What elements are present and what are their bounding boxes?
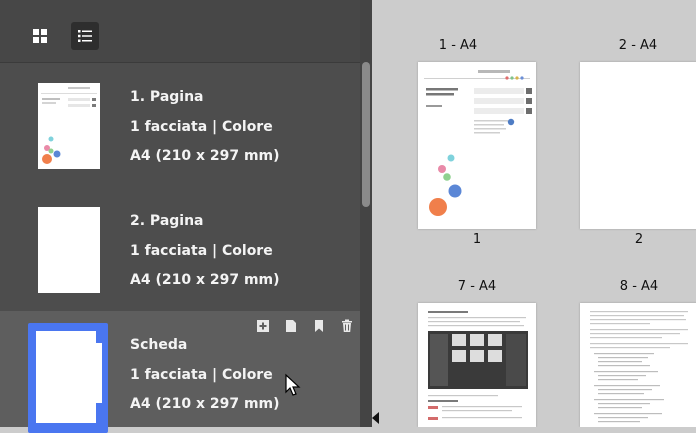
page-size: A4 (210 x 297 mm) [130,148,280,164]
page-thumbnail [38,207,100,293]
page-list-sidebar: 1. Pagina 1 facciata | Colore A4 (210 x … [0,0,372,433]
grid-view-button[interactable] [26,22,54,50]
page-list-item[interactable]: 2. Pagina 1 facciata | Colore A4 (210 x … [0,187,360,312]
page-label: 2 - A4 [618,38,658,53]
tab-sheet [36,331,96,423]
item-actions [256,319,354,333]
page-label: 8 - A4 [619,279,659,294]
grid-view-icon [33,29,47,43]
page-size: A4 (210 x 297 mm) [130,272,280,288]
mouse-cursor [285,373,301,396]
add-page-icon[interactable] [256,319,270,333]
tab-size: A4 (210 x 297 mm) [130,396,280,412]
tab-thumbnail [28,323,108,433]
page-canvas: 1 - A4 1 2 - A4 2 7 - A4 8 - A4 [382,0,696,427]
bookmark-icon[interactable] [312,319,326,333]
page-sides-color: 1 facciata | Colore [130,119,273,135]
page-content-graphic [424,70,532,216]
page-content-graphic [428,311,528,420]
page-sides-color: 1 facciata | Colore [130,243,273,259]
tab-sides-color: 1 facciata | Colore [130,367,273,383]
page-title: 1. Pagina [130,89,204,105]
list-view-button[interactable] [71,22,99,50]
app-window: 1. Pagina 1 facciata | Colore A4 (210 x … [0,0,696,433]
sidebar-scrollbar[interactable] [360,0,372,427]
page-number: 2 [634,232,644,247]
list-view-icon [78,30,92,42]
page-content-graphic [590,311,688,423]
collapse-panel-arrow[interactable] [372,412,379,424]
page-number: 1 [472,232,482,247]
page-preview[interactable] [580,303,696,427]
page-title: 2. Pagina [130,213,204,229]
page-label: 1 - A4 [438,38,478,53]
view-toolbar [0,0,360,63]
page-label: 7 - A4 [457,279,497,294]
page-list-item[interactable]: 1. Pagina 1 facciata | Colore A4 (210 x … [0,63,360,188]
tab-extension [96,343,102,403]
page-preview-graphic [38,83,100,169]
page-preview[interactable] [418,303,536,427]
tab-title: Scheda [130,337,188,353]
page-thumbnail [38,83,100,169]
page-icon[interactable] [284,319,298,333]
trash-icon[interactable] [340,319,354,333]
page-preview[interactable] [418,62,536,229]
page-preview[interactable] [580,62,696,229]
scrollbar-thumb[interactable] [362,62,370,207]
tab-list-item[interactable]: Scheda 1 facciata | Colore A4 (210 x 297… [0,311,360,433]
